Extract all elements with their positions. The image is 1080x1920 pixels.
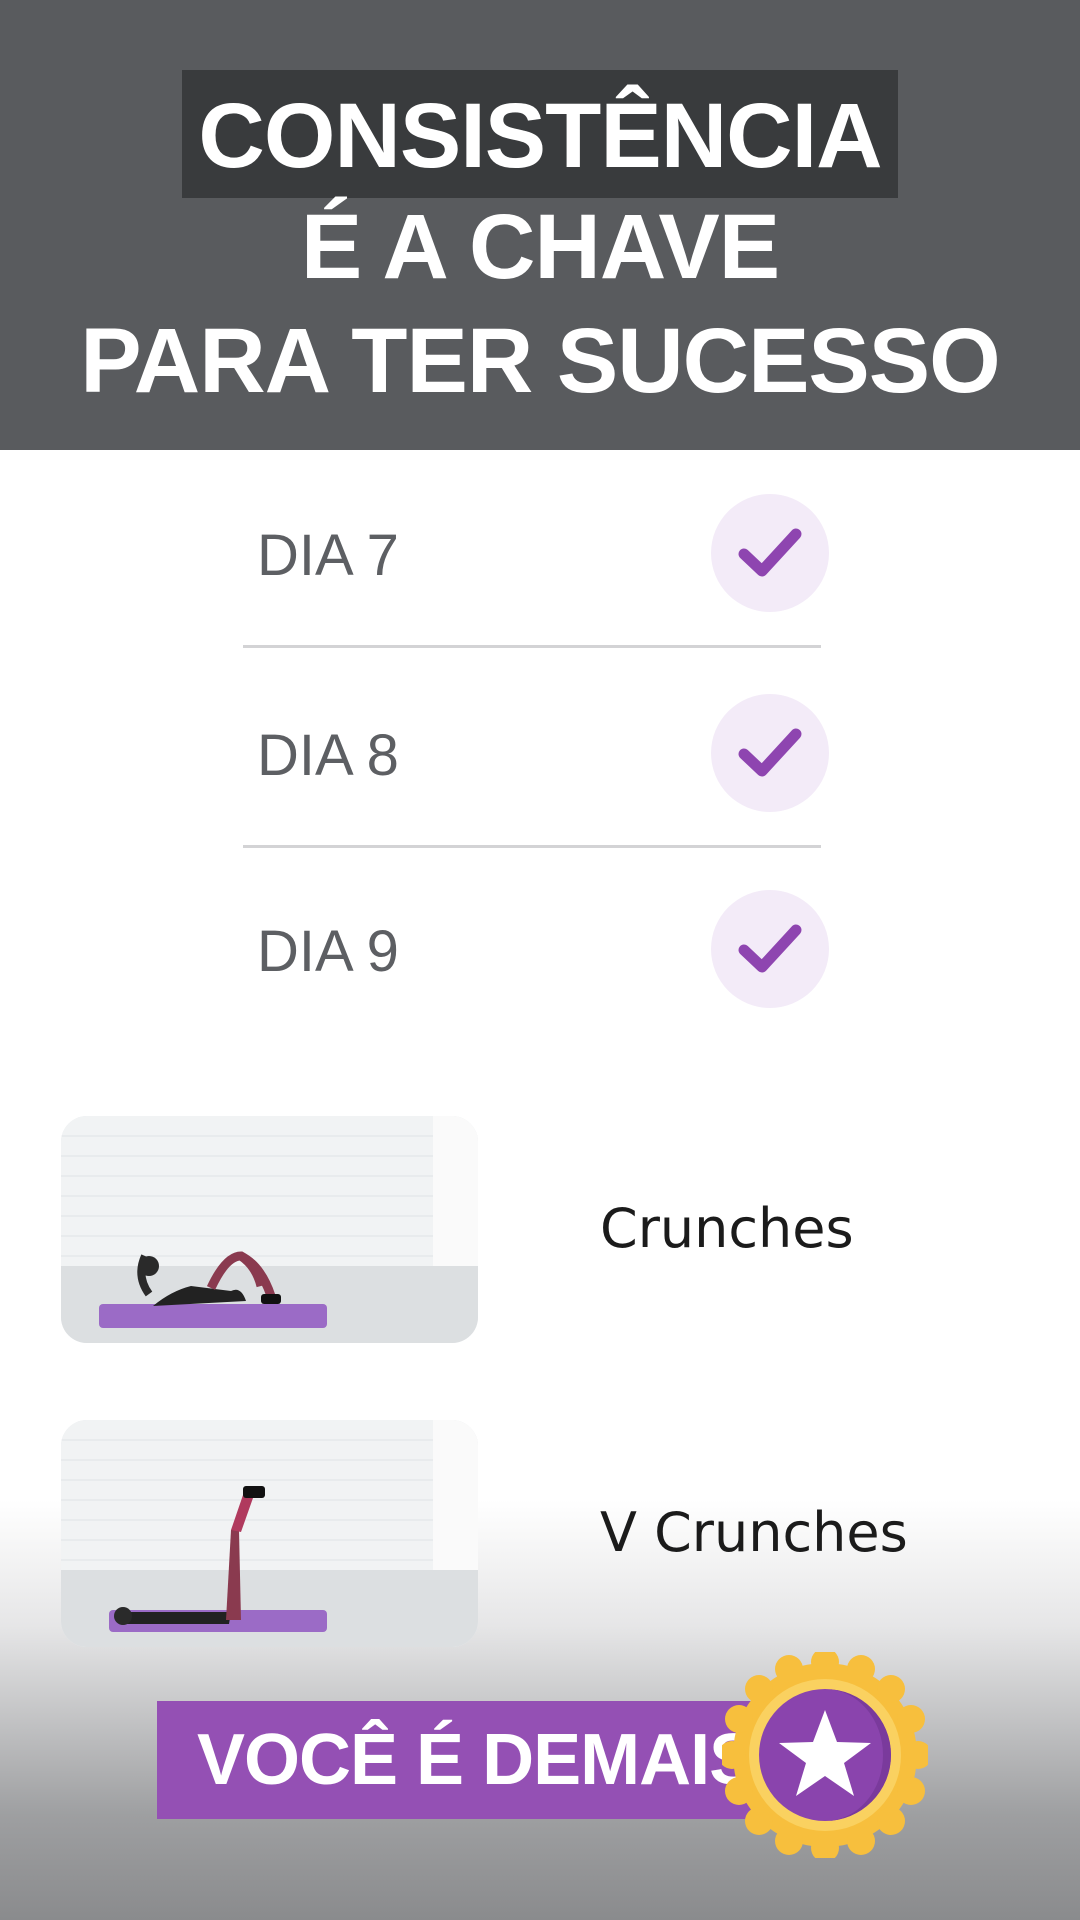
exercise-name-crunches: Crunches — [600, 1197, 854, 1260]
check-badge — [711, 890, 829, 1008]
divider — [243, 845, 821, 848]
day-row-7[interactable]: DIA 7 — [243, 494, 829, 614]
exercise-thumbnail-crunches[interactable] — [61, 1116, 478, 1343]
check-badge — [711, 494, 829, 612]
exercise-name-v-crunches: V Crunches — [600, 1501, 908, 1564]
day-label: DIA 9 — [257, 919, 399, 984]
day-row-9[interactable]: DIA 9 — [243, 890, 829, 1010]
crunches-illustration — [61, 1116, 478, 1343]
star-medal-icon — [722, 1652, 928, 1858]
check-icon — [738, 924, 802, 973]
headline-line-2: É A CHAVE — [300, 196, 780, 298]
check-badge — [711, 694, 829, 812]
exercise-thumbnail-v-crunches[interactable] — [61, 1420, 478, 1647]
banner-text: VOCÊ É DEMAIS — [197, 1720, 757, 1800]
achievement-banner: VOCÊ É DEMAIS — [157, 1701, 769, 1819]
v-crunches-illustration — [61, 1420, 478, 1647]
headline-line-1: CONSISTÊNCIA — [0, 70, 1080, 198]
check-icon — [738, 528, 802, 577]
day-label: DIA 8 — [257, 723, 399, 788]
divider — [243, 645, 821, 648]
day-row-8[interactable]: DIA 8 — [243, 694, 829, 814]
header-banner: CONSISTÊNCIA É A CHAVE PARA TER SUCESSO — [0, 0, 1080, 450]
check-icon — [738, 728, 802, 777]
day-label: DIA 7 — [257, 523, 399, 588]
headline-line-3: PARA TER SUCESSO — [80, 310, 1000, 412]
